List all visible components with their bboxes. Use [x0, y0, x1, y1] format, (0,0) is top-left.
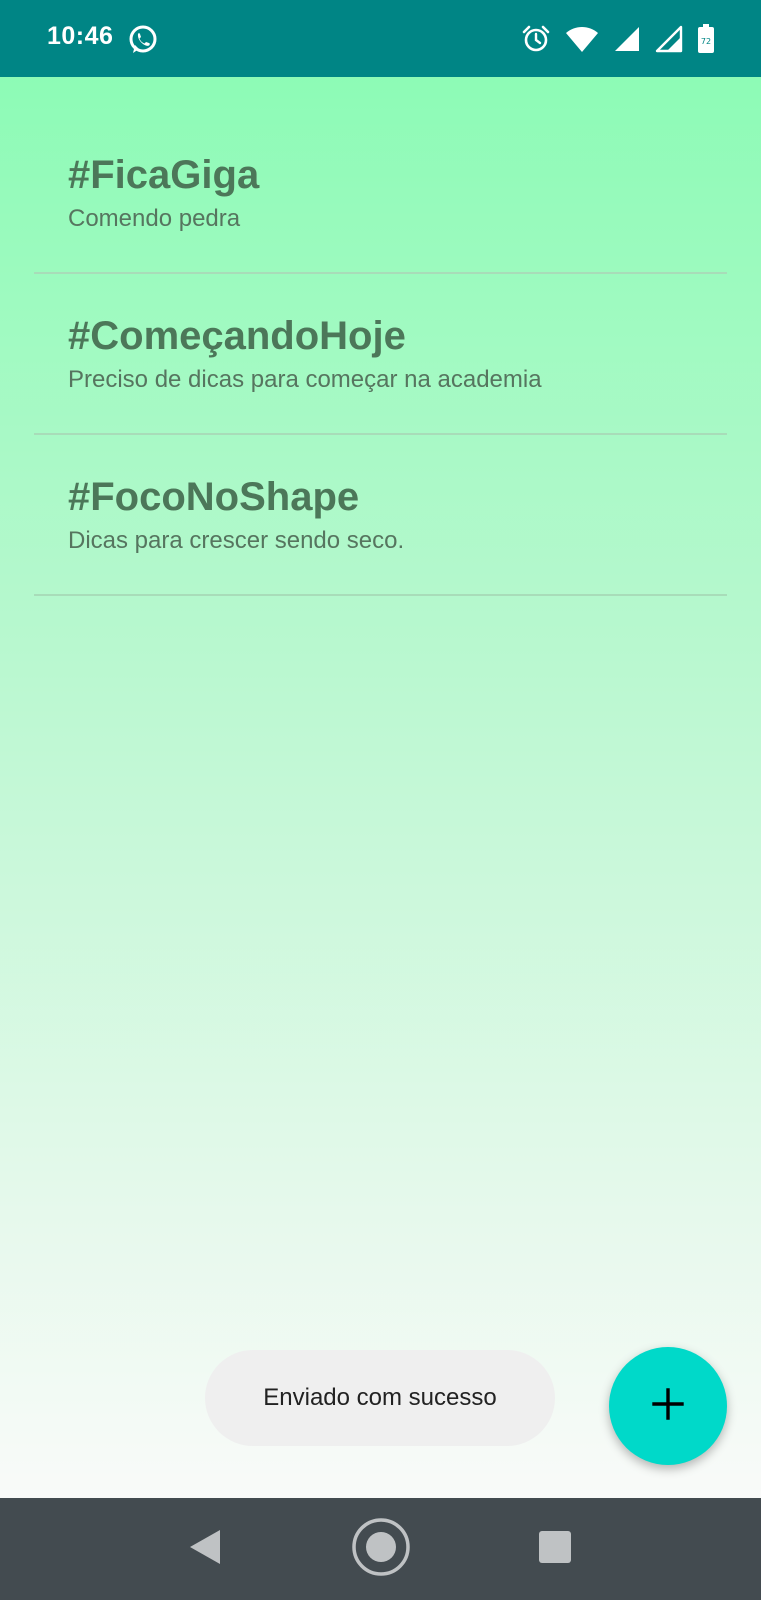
- battery-icon: 72: [697, 24, 715, 54]
- whatsapp-icon: [127, 24, 159, 56]
- back-icon: [188, 1528, 222, 1571]
- post-subtitle: Comendo pedra: [68, 205, 241, 232]
- plus-icon: [651, 1387, 685, 1426]
- list-item[interactable]: #FicaGiga Comendo pedra: [34, 113, 727, 274]
- add-post-button[interactable]: [609, 1347, 727, 1465]
- back-button[interactable]: [170, 1498, 240, 1600]
- post-title: #FicaGiga: [68, 153, 260, 197]
- status-icons: 72: [521, 22, 715, 56]
- wifi-icon: [565, 25, 599, 53]
- list-item[interactable]: #FocoNoShape Dicas para crescer sendo se…: [34, 435, 727, 596]
- recents-button[interactable]: [520, 1498, 590, 1600]
- signal-icon: [613, 25, 641, 53]
- status-bar: 10:46 72: [0, 0, 761, 77]
- signal-icon-2: [655, 25, 683, 53]
- post-list: #FicaGiga Comendo pedra #ComeçandoHoje P…: [0, 77, 761, 1498]
- battery-level: 72: [701, 37, 711, 46]
- post-title: #FocoNoShape: [68, 475, 360, 519]
- list-item[interactable]: #ComeçandoHoje Preciso de dicas para com…: [34, 274, 727, 435]
- post-title: #ComeçandoHoje: [68, 314, 406, 358]
- alarm-icon: [521, 24, 551, 54]
- recents-icon: [538, 1530, 572, 1569]
- status-time: 10:46: [47, 22, 114, 50]
- post-subtitle: Preciso de dicas para começar na academi…: [68, 366, 542, 393]
- navigation-bar: [0, 1498, 761, 1600]
- post-subtitle: Dicas para crescer sendo seco.: [68, 527, 405, 554]
- home-icon: [350, 1516, 412, 1583]
- toast-message: Enviado com sucesso: [205, 1350, 555, 1446]
- home-button[interactable]: [341, 1498, 421, 1600]
